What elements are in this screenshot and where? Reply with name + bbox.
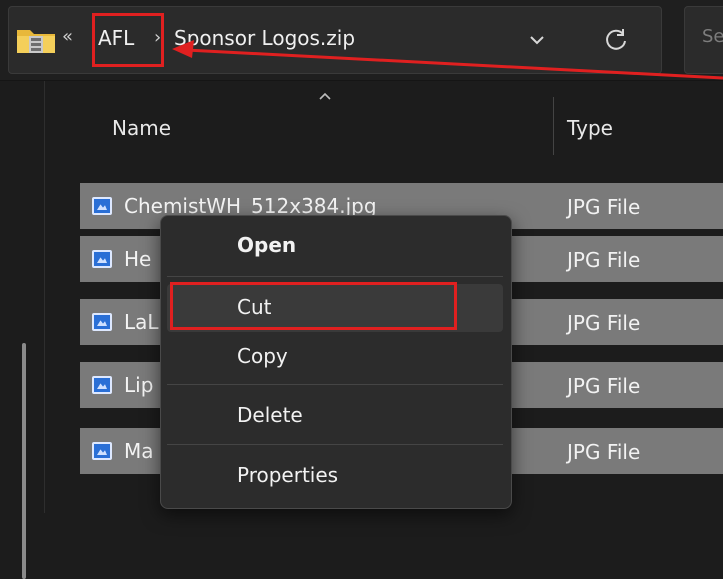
search-placeholder: Se (702, 26, 723, 47)
menu-item-copy[interactable]: Copy (167, 333, 503, 381)
nav-scrollbar[interactable] (22, 343, 26, 579)
column-header-type[interactable]: Type (567, 116, 613, 140)
navigation-pane (0, 81, 45, 579)
file-type: JPG File (567, 311, 641, 335)
column-divider[interactable] (553, 97, 554, 155)
refresh-icon[interactable] (603, 27, 629, 53)
menu-item-open[interactable]: Open (167, 222, 503, 270)
file-type: JPG File (567, 195, 641, 219)
menu-item-label: Properties (237, 463, 339, 487)
file-name: Lip (124, 373, 154, 397)
image-file-icon (92, 197, 112, 215)
breadcrumb-item-sponsor-logos[interactable]: Sponsor Logos.zip (174, 26, 355, 50)
highlight-cut-box (170, 282, 457, 330)
menu-item-properties[interactable]: Properties (167, 452, 503, 500)
file-type: JPG File (567, 248, 641, 272)
context-menu: Open Cut Copy Delete Properties (160, 215, 512, 509)
menu-divider (167, 276, 503, 277)
image-file-icon (92, 442, 112, 460)
file-name: LaL (124, 310, 159, 334)
file-type: JPG File (567, 440, 641, 464)
file-name: He (124, 247, 152, 271)
breadcrumb-overflow[interactable]: « (62, 26, 73, 47)
image-file-icon (92, 313, 112, 331)
column-header-name[interactable]: Name (112, 116, 171, 140)
menu-item-delete[interactable]: Delete (167, 392, 503, 440)
menu-divider (167, 384, 503, 385)
menu-item-label: Open (237, 233, 297, 257)
zip-folder-icon (17, 30, 55, 53)
image-file-icon (92, 250, 112, 268)
sort-ascending-icon (319, 92, 331, 100)
file-name: Ma (124, 439, 154, 463)
menu-item-label: Copy (237, 344, 288, 368)
highlight-afl-box (92, 13, 164, 67)
menu-item-label: Delete (237, 403, 303, 427)
menu-divider (167, 444, 503, 445)
image-file-icon (92, 376, 112, 394)
chevron-down-icon[interactable] (528, 34, 546, 46)
file-type: JPG File (567, 374, 641, 398)
